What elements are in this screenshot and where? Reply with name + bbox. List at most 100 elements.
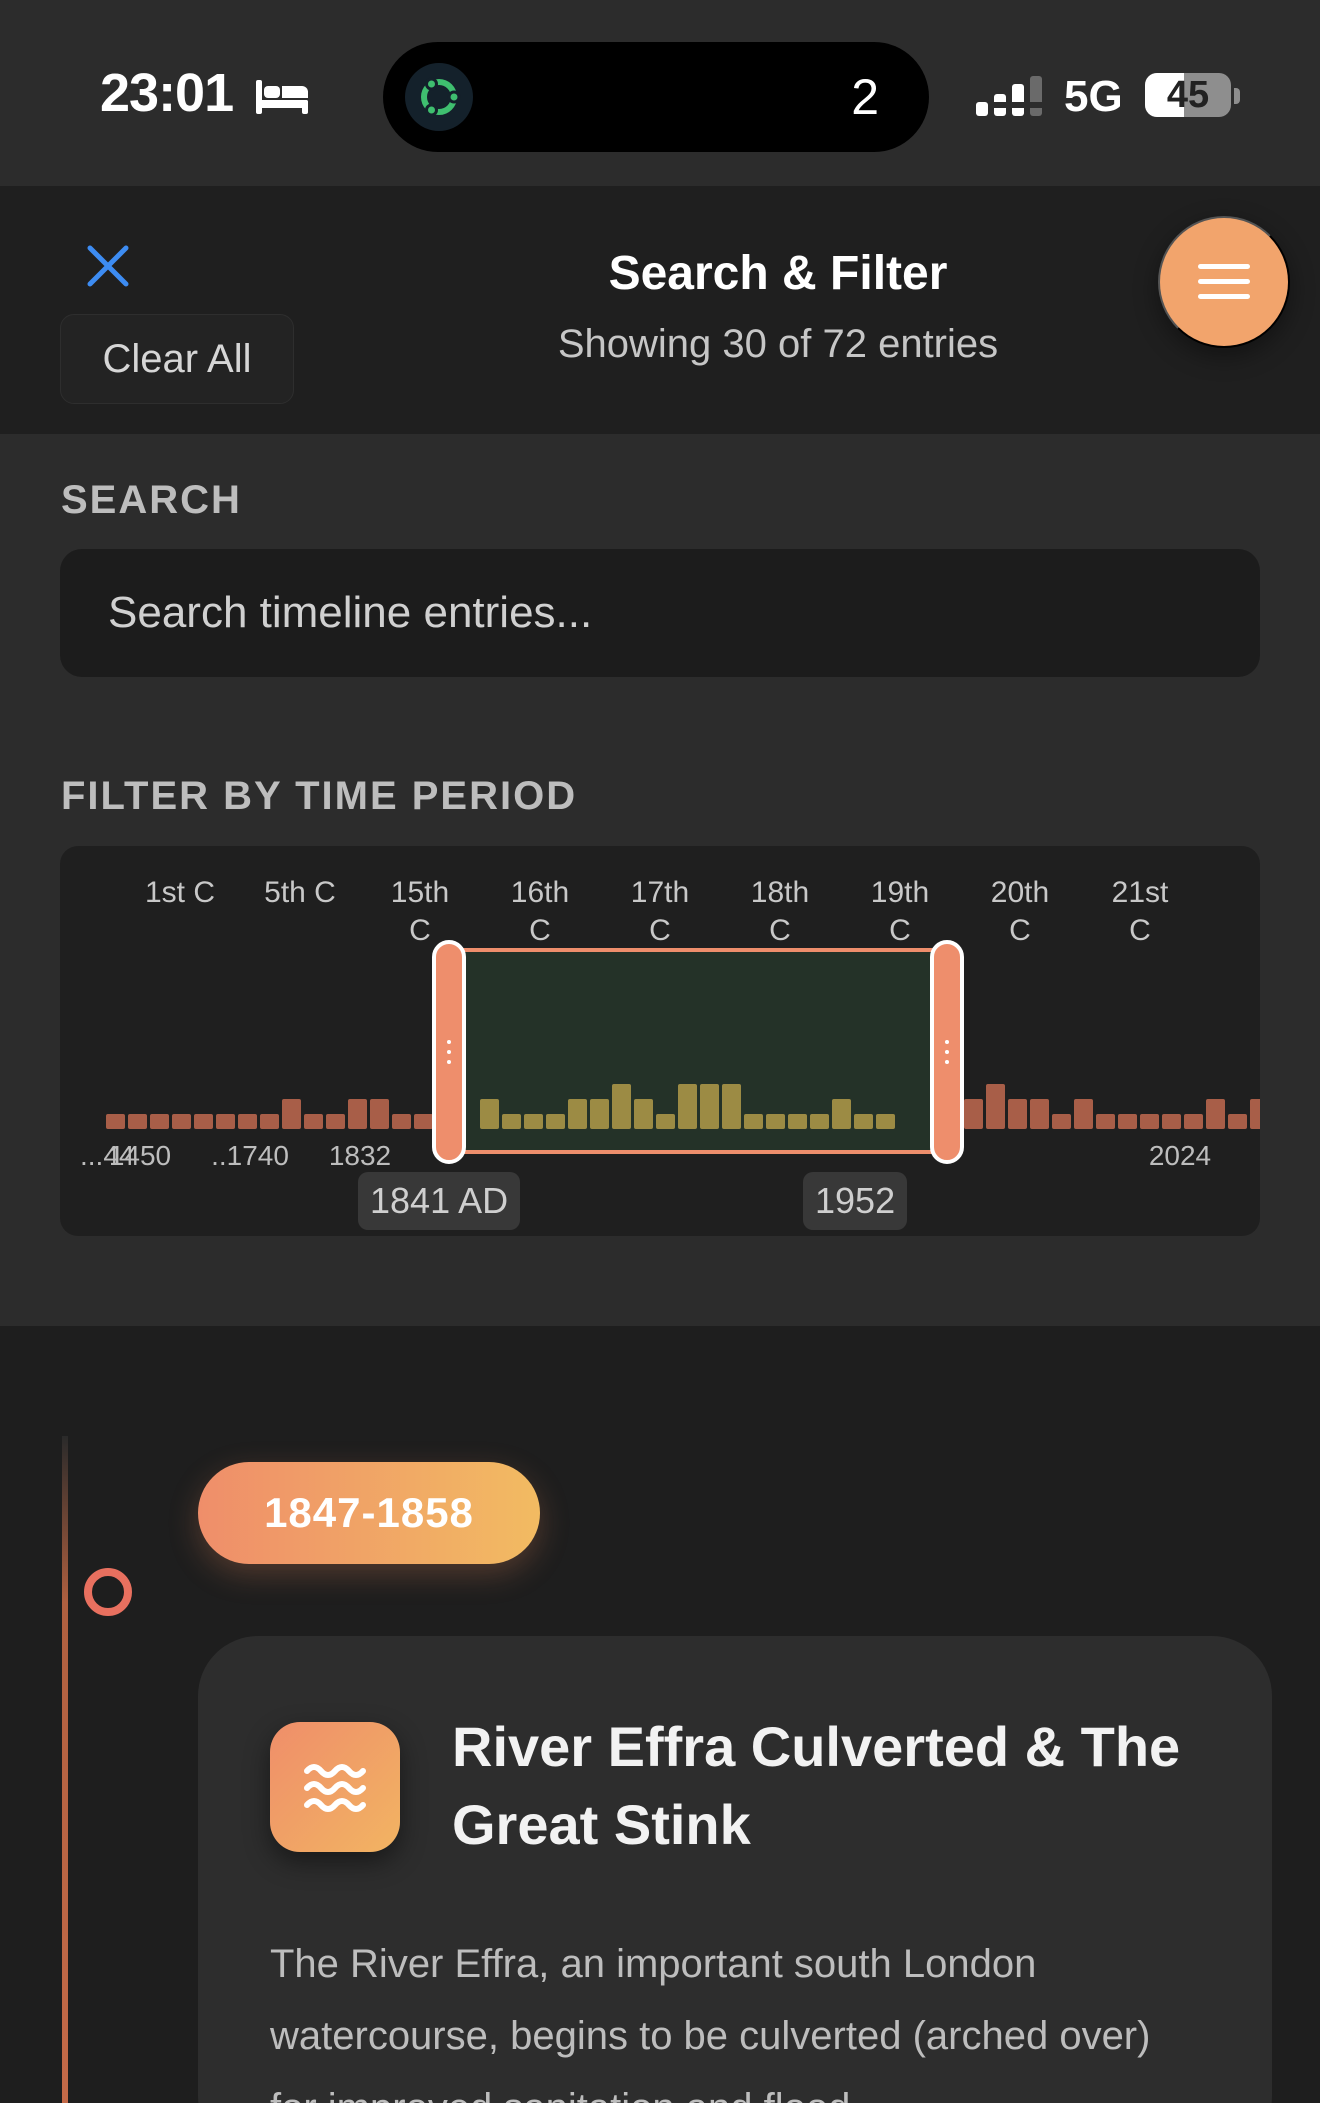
histogram-bar xyxy=(656,1114,675,1129)
histogram-bar xyxy=(194,1114,213,1129)
histogram-bar xyxy=(238,1114,257,1129)
battery-indicator: 45 xyxy=(1145,73,1231,117)
axis-tick-label: 1832 xyxy=(329,1140,391,1171)
century-label: 21st xyxy=(1112,876,1169,909)
histogram-bar xyxy=(964,1099,983,1129)
results-count: Showing 30 of 72 entries xyxy=(557,322,999,366)
menu-button[interactable] xyxy=(1158,216,1290,348)
histogram-bar xyxy=(282,1099,301,1129)
histogram-bar xyxy=(392,1114,411,1129)
century-label: 18th xyxy=(751,876,809,909)
histogram-bar xyxy=(216,1114,235,1129)
water-waves-icon xyxy=(270,1722,400,1852)
handle-grip-dot xyxy=(945,1060,949,1064)
bed-icon xyxy=(256,80,308,114)
histogram-bar xyxy=(986,1084,1005,1129)
histogram-bar xyxy=(150,1114,169,1129)
histogram-bar xyxy=(700,1084,719,1129)
century-label: C xyxy=(1009,914,1031,947)
entry-title: River Effra Culverted & The Great Stink xyxy=(452,1715,1181,1856)
histogram-bar xyxy=(546,1114,565,1129)
century-label: C xyxy=(889,914,911,947)
network-type: 5G xyxy=(1064,72,1123,121)
histogram-bar xyxy=(1250,1099,1260,1129)
timeline-dot xyxy=(84,1568,132,1616)
century-label: 17th xyxy=(631,876,689,909)
filter-panel: SEARCH FILTER BY TIME PERIOD 1st C5th C1… xyxy=(0,434,1320,1326)
search-box[interactable] xyxy=(60,549,1260,677)
battery-tip xyxy=(1234,88,1240,104)
histogram-bar xyxy=(524,1114,543,1129)
histogram-bar xyxy=(876,1114,895,1129)
search-input[interactable] xyxy=(60,549,1260,677)
time-range-histogram[interactable]: 1st C 5th C 15th C 16th C 17th C 18th C 19th C 20th C… xyxy=(60,846,1260,1236)
histogram-bar xyxy=(260,1114,279,1129)
histogram-bar xyxy=(766,1114,785,1129)
histogram-bar xyxy=(480,1099,499,1129)
histogram-bar xyxy=(590,1099,609,1129)
histogram-bar xyxy=(1074,1099,1093,1129)
range-start-label: 1841 AD xyxy=(358,1172,521,1230)
histogram-bar xyxy=(370,1099,389,1129)
handle-grip-dot xyxy=(945,1050,949,1054)
histogram-bar xyxy=(1052,1114,1071,1129)
histogram-bar xyxy=(1008,1099,1027,1129)
histogram-bar xyxy=(612,1084,631,1129)
status-time: 23:01 xyxy=(100,63,234,123)
histogram-bar xyxy=(348,1099,367,1129)
century-label: C xyxy=(529,914,551,947)
histogram-bar xyxy=(832,1099,851,1129)
battery-level: 45 xyxy=(1166,74,1210,116)
century-label: 16th xyxy=(511,876,569,909)
handle-grip-dot xyxy=(945,1040,949,1044)
time-filter-section-label: FILTER BY TIME PERIOD xyxy=(61,774,578,818)
histogram-bar xyxy=(1140,1114,1159,1129)
histogram-bar xyxy=(634,1099,653,1129)
histogram-bar xyxy=(128,1114,147,1129)
histogram-bar xyxy=(172,1114,191,1129)
histogram-bar xyxy=(1118,1114,1137,1129)
page-title: Search & Filter xyxy=(608,247,948,300)
handle-grip-dot xyxy=(447,1050,451,1054)
signal-bars-icon xyxy=(976,76,1042,116)
handle-grip-dot xyxy=(447,1040,451,1044)
century-label: 20th xyxy=(991,876,1049,909)
century-label: 15th xyxy=(391,876,449,909)
range-end-label: 1952 xyxy=(803,1172,908,1230)
clear-all-button[interactable]: Clear All xyxy=(60,314,294,404)
histogram-bar xyxy=(1030,1099,1049,1129)
timeline-entry-card[interactable]: River Effra Culverted & The Great Stink … xyxy=(198,1636,1272,2103)
dynamic-island[interactable]: 2 xyxy=(383,42,929,152)
histogram-bar xyxy=(1096,1114,1115,1129)
island-count: 2 xyxy=(851,69,879,125)
century-label: 5th C xyxy=(264,876,336,909)
histogram-bar xyxy=(678,1084,697,1129)
histogram-bar xyxy=(744,1114,763,1129)
histogram-bar xyxy=(810,1114,829,1129)
status-bar: 23:01 2 5G 45 xyxy=(0,0,1320,186)
axis-tick-label: ..1740 xyxy=(211,1140,289,1171)
century-label: C xyxy=(409,914,431,947)
histogram-chart[interactable]: 1st C 5th C 15th C 16th C 17th C 18th C 19th C 20th C… xyxy=(60,846,1260,1236)
histogram-bar xyxy=(1162,1114,1181,1129)
century-label: 19th xyxy=(871,876,929,909)
century-label: C xyxy=(769,914,791,947)
histogram-bar xyxy=(1206,1099,1225,1129)
close-icon[interactable] xyxy=(84,242,132,290)
century-label: 1st C xyxy=(145,876,215,909)
century-label: C xyxy=(649,914,671,947)
ubuntu-logo-icon xyxy=(405,63,473,131)
histogram-bar xyxy=(326,1114,345,1129)
histogram-bar xyxy=(854,1114,873,1129)
entry-date-badge: 1847-1858 xyxy=(198,1462,540,1564)
histogram-bar xyxy=(502,1114,521,1129)
histogram-bar xyxy=(414,1114,433,1129)
filter-header: Clear All Search & Filter Showing 30 of … xyxy=(0,186,1320,434)
histogram-bar xyxy=(1228,1114,1247,1129)
histogram-bar xyxy=(304,1114,323,1129)
histogram-bar xyxy=(106,1114,125,1129)
entry-description: The River Effra, an important south Lond… xyxy=(270,1942,1151,2103)
axis-tick-label: 1450 xyxy=(109,1140,171,1171)
histogram-bar xyxy=(788,1114,807,1129)
histogram-bar xyxy=(722,1084,741,1129)
